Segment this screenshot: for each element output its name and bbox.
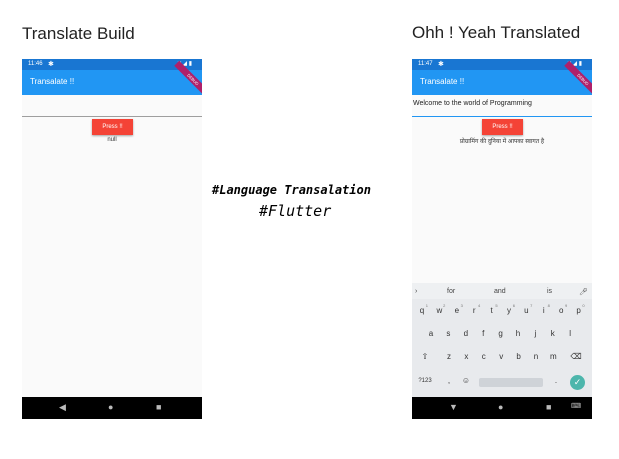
key-u[interactable]: u7 <box>519 303 533 319</box>
key-z[interactable]: z <box>442 349 456 365</box>
key-r[interactable]: r4 <box>467 303 481 319</box>
key-hint: 3 <box>460 303 463 308</box>
translation-result: null <box>107 137 117 143</box>
text-input-value: Welcome to the world of Programming <box>413 100 532 107</box>
key-q[interactable]: q1 <box>415 303 429 319</box>
settings-icon: ✱ <box>438 61 444 68</box>
space-key[interactable] <box>479 378 543 387</box>
key-p[interactable]: p0 <box>572 303 586 319</box>
soft-keyboard: › for and is 🎤︎ q1w2e3r4t5y6u7i8o9p0 asd… <box>412 283 592 397</box>
backspace-icon[interactable]: ⌫ <box>569 349 583 365</box>
translation-result: प्रोग्रामिंग की दुनिया में आपका स्वागत ह… <box>459 139 545 145</box>
key-hint: 2 <box>443 303 446 308</box>
right-caption: Ohh ! Yeah Translated <box>412 23 581 42</box>
key-a[interactable]: a <box>424 326 438 342</box>
key-hint: 0 <box>582 303 585 308</box>
key-k[interactable]: k <box>546 326 560 342</box>
key-d[interactable]: d <box>459 326 473 342</box>
key-hint: 4 <box>477 303 481 308</box>
language-translation-tag: #Language Transalation <box>212 183 371 197</box>
press-button[interactable]: Press !! <box>92 119 133 135</box>
status-time: 11:47 <box>418 61 433 67</box>
key-j[interactable]: j <box>528 326 542 342</box>
suggestion-item[interactable]: and <box>494 288 506 295</box>
key-x[interactable]: x <box>459 349 473 365</box>
key-hint: 8 <box>547 303 550 308</box>
suggestion-item[interactable]: for <box>447 288 455 295</box>
settings-icon: ✱ <box>48 61 54 68</box>
key-hint: 6 <box>512 303 515 308</box>
key-v[interactable]: v <box>494 349 508 365</box>
app-title: Transalate !! <box>30 77 75 86</box>
back-icon[interactable]: ◀ <box>59 402 66 413</box>
back-down-icon[interactable]: ▼ <box>449 402 458 412</box>
key-row-1: q1w2e3r4t5y6u7i8o9p0 <box>412 303 592 321</box>
left-caption: Translate Build <box>22 24 135 43</box>
key-l[interactable]: l <box>563 326 577 342</box>
key-n[interactable]: n <box>529 349 543 365</box>
period-key[interactable]: . <box>549 373 563 389</box>
shift-icon[interactable]: ⇧ <box>418 349 432 365</box>
key-t[interactable]: t5 <box>485 303 499 319</box>
key-h[interactable]: h <box>511 326 525 342</box>
app-title: Transalate !! <box>420 77 465 86</box>
suggestion-strip: › for and is 🎤︎ <box>412 283 592 299</box>
enter-check-icon[interactable]: ✓ <box>570 375 585 390</box>
key-row-2: asdfghjkl <box>412 326 592 344</box>
key-hint: 5 <box>495 303 498 308</box>
key-i[interactable]: i8 <box>537 303 551 319</box>
text-input[interactable] <box>22 95 202 117</box>
app-bar: Transalate !! DEBUG <box>412 60 592 99</box>
recents-icon[interactable]: ■ <box>156 402 161 412</box>
status-time: 11:46 <box>28 61 43 67</box>
key-y[interactable]: y6 <box>502 303 516 319</box>
key-f[interactable]: f <box>476 326 490 342</box>
suggestion-item[interactable]: is <box>547 288 552 295</box>
key-o[interactable]: o9 <box>554 303 568 319</box>
home-icon[interactable]: ● <box>108 402 113 412</box>
right-phone-screen: 11:47 ✱ ▼◢ ▮ Transalate !! DEBUG Welcome… <box>412 59 592 419</box>
microphone-icon[interactable]: 🎤︎ <box>579 288 588 296</box>
key-w[interactable]: w2 <box>432 303 446 319</box>
key-c[interactable]: c <box>477 349 491 365</box>
navigation-bar: ◀ ● ■ <box>22 397 202 419</box>
press-button[interactable]: Press !! <box>482 119 523 135</box>
app-bar: Transalate !! DEBUG <box>22 60 202 99</box>
key-hint: 7 <box>530 303 533 308</box>
key-hint: 1 <box>425 303 428 308</box>
navigation-bar: ▼ ● ■ ⌨ <box>412 397 592 419</box>
text-input[interactable]: Welcome to the world of Programming <box>412 95 592 117</box>
key-hint: 9 <box>564 303 568 308</box>
key-g[interactable]: g <box>494 326 508 342</box>
key-e[interactable]: e3 <box>450 303 464 319</box>
comma-key[interactable]: , <box>442 373 456 389</box>
chevron-right-icon[interactable]: › <box>415 288 417 295</box>
key-row-4: ?123 , ☺ . ✓ <box>412 373 592 391</box>
symbols-key[interactable]: ?123 <box>416 373 434 389</box>
key-row-3: ⇧ ⌫ zxcvbnm <box>412 349 592 367</box>
emoji-icon[interactable]: ☺ <box>459 373 473 389</box>
home-icon[interactable]: ● <box>498 402 503 412</box>
key-m[interactable]: m <box>546 349 560 365</box>
keyboard-switch-icon[interactable]: ⌨ <box>571 402 581 410</box>
flutter-tag: #Flutter <box>259 202 332 220</box>
key-b[interactable]: b <box>512 349 526 365</box>
key-s[interactable]: s <box>441 326 455 342</box>
left-phone-screen: 11:46 ✱ ▼◢ ▮ Transalate !! DEBUG Press !… <box>22 59 202 419</box>
recents-icon[interactable]: ■ <box>546 402 551 412</box>
